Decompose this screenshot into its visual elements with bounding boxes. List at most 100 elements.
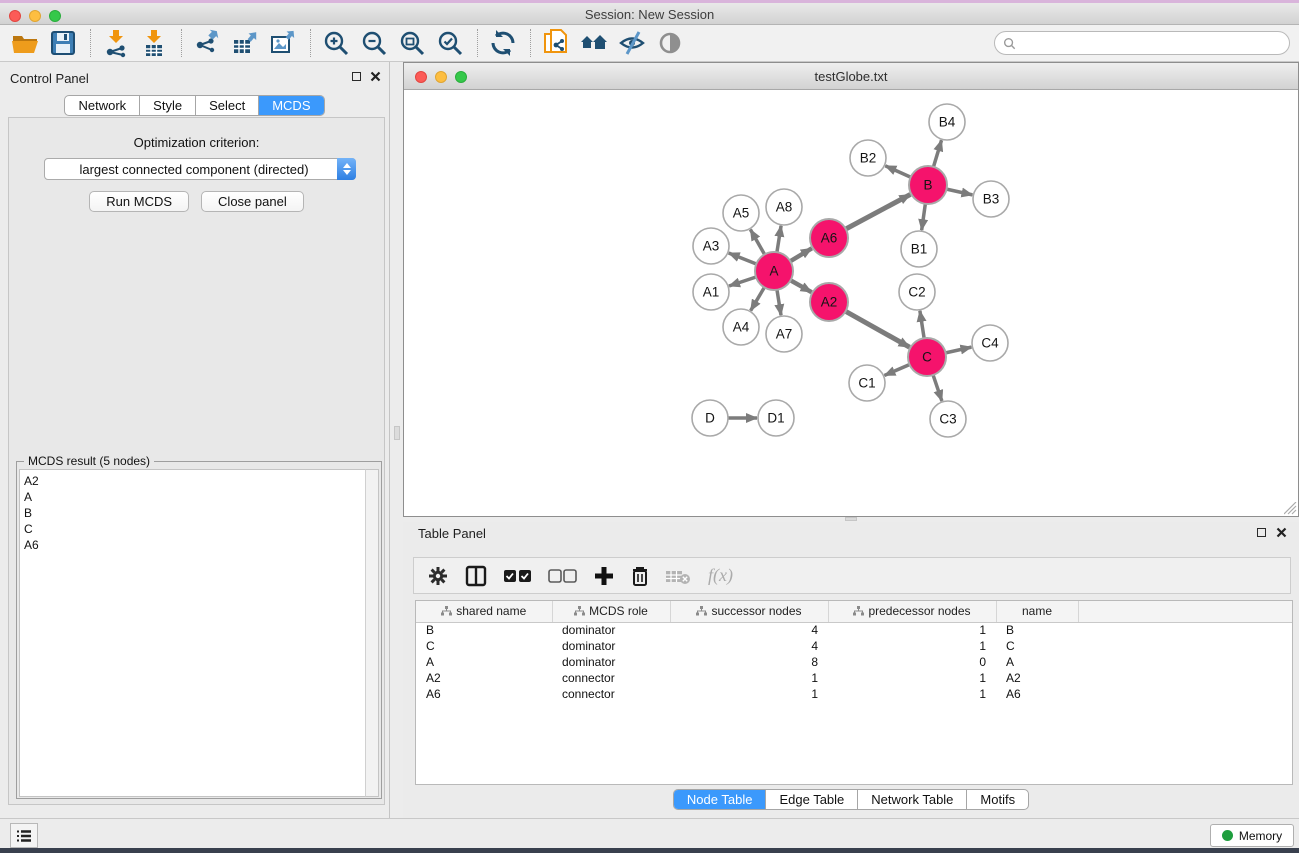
hide-graphics-details-icon[interactable] (617, 28, 647, 58)
column-header[interactable]: successor nodes (670, 601, 828, 622)
table-cell[interactable]: connector (552, 686, 670, 702)
tab-edge-table[interactable]: Edge Table (766, 790, 858, 809)
result-list-scrollbar[interactable] (365, 469, 379, 797)
table-cell[interactable]: A (416, 654, 552, 670)
mcds-result-item[interactable]: A6 (24, 537, 366, 553)
mcds-result-item[interactable]: A2 (24, 473, 366, 489)
float-table-panel-icon[interactable] (1257, 528, 1266, 537)
table-settings-gear-icon[interactable] (427, 565, 449, 587)
table-cell[interactable]: 0 (828, 654, 996, 670)
close-panel-button[interactable]: Close panel (201, 191, 304, 212)
save-session-icon[interactable] (48, 28, 78, 58)
vertical-split-handle[interactable] (394, 426, 400, 440)
clone-network-icon[interactable] (541, 28, 571, 58)
table-cell[interactable]: A6 (416, 686, 552, 702)
mcds-result-list[interactable]: A2ABCA6 (19, 469, 367, 797)
table-cell[interactable]: 1 (828, 622, 996, 638)
unselect-all-icon[interactable] (548, 568, 578, 584)
memory-button[interactable]: Memory (1210, 824, 1294, 847)
table-row[interactable]: Bdominator41B (416, 622, 1293, 638)
table-cell[interactable]: 1 (670, 686, 828, 702)
add-column-icon[interactable] (593, 565, 615, 587)
criterion-dropdown[interactable]: largest connected component (directed) (44, 158, 356, 180)
toolbar-separator (181, 29, 182, 57)
table-header-row[interactable]: shared nameMCDS rolesuccessor nodesprede… (416, 601, 1293, 622)
mcds-result-item[interactable]: C (24, 521, 366, 537)
table-cell[interactable]: 4 (670, 622, 828, 638)
close-table-panel-icon[interactable] (1276, 527, 1287, 538)
column-header[interactable]: name (996, 601, 1078, 622)
zoom-out-icon[interactable] (359, 28, 389, 58)
select-all-icon[interactable] (503, 568, 533, 584)
tab-mcds[interactable]: MCDS (259, 96, 323, 115)
column-header[interactable]: predecessor nodes (828, 601, 996, 622)
network-canvas[interactable]: AA1A2A3A4A5A6A7A8BB1B2B3B4CC1C2C3C4DD1 (404, 90, 1298, 516)
table-cell[interactable]: dominator (552, 638, 670, 654)
table-row[interactable]: A6connector11A6 (416, 686, 1293, 702)
table-cell[interactable]: 8 (670, 654, 828, 670)
import-table-icon[interactable] (139, 28, 169, 58)
table-cell[interactable]: 1 (828, 686, 996, 702)
table-cell[interactable]: C (996, 638, 1078, 654)
column-header[interactable]: shared name (416, 601, 552, 622)
graph-node-label: C1 (858, 376, 875, 391)
control-panel: Control Panel Network Style Select MCDS … (0, 62, 390, 818)
graph-node-label: C4 (981, 336, 999, 351)
table-cell[interactable]: A6 (996, 686, 1078, 702)
zoom-in-icon[interactable] (321, 28, 351, 58)
graph-node-label: A4 (733, 320, 750, 335)
tab-network[interactable]: Network (65, 96, 140, 115)
table-cell[interactable]: dominator (552, 622, 670, 638)
table-cell[interactable]: connector (552, 670, 670, 686)
export-table-icon[interactable] (230, 28, 260, 58)
table-cell[interactable]: A (996, 654, 1078, 670)
tab-select[interactable]: Select (196, 96, 259, 115)
table-cell[interactable]: 1 (670, 670, 828, 686)
node-table[interactable]: shared nameMCDS rolesuccessor nodesprede… (415, 600, 1293, 785)
show-panels-button[interactable] (10, 823, 38, 848)
mcds-result-item[interactable]: A (24, 489, 366, 505)
table-row[interactable]: A2connector11A2 (416, 670, 1293, 686)
mcds-result-item[interactable]: B (24, 505, 366, 521)
zoom-fit-icon[interactable] (397, 28, 427, 58)
apply-preferred-layout-icon[interactable] (488, 28, 518, 58)
horizontal-split-handle[interactable] (845, 517, 857, 521)
tab-style[interactable]: Style (140, 96, 196, 115)
network-window-titlebar[interactable]: testGlobe.txt (404, 63, 1298, 90)
table-tab-bar: Node Table Edge Table Network Table Moti… (673, 789, 1029, 810)
tab-node-table[interactable]: Node Table (674, 790, 767, 809)
network-graph[interactable]: AA1A2A3A4A5A6A7A8BB1B2B3B4CC1C2C3C4DD1 (404, 90, 1298, 516)
table-cell[interactable]: 1 (828, 638, 996, 654)
search-input[interactable] (1016, 33, 1289, 53)
mcds-result-title: MCDS result (5 nodes) (24, 454, 154, 468)
table-cell[interactable]: dominator (552, 654, 670, 670)
export-image-icon[interactable] (268, 28, 298, 58)
show-columns-icon[interactable] (464, 564, 488, 588)
resize-grip-icon[interactable] (1284, 502, 1297, 515)
table-cell[interactable]: 4 (670, 638, 828, 654)
import-network-icon[interactable] (101, 28, 131, 58)
graph-node-label: B3 (983, 192, 1000, 207)
show-graphics-details-icon[interactable] (655, 28, 685, 58)
table-cell[interactable]: B (416, 622, 552, 638)
delete-column-icon[interactable] (630, 564, 650, 588)
float-panel-icon[interactable] (352, 72, 361, 81)
table-row[interactable]: Cdominator41C (416, 638, 1293, 654)
search-field[interactable] (994, 31, 1290, 55)
graph-node-label: B1 (911, 242, 928, 257)
tab-motifs[interactable]: Motifs (967, 790, 1028, 809)
table-cell[interactable]: A2 (416, 670, 552, 686)
table-cell[interactable]: B (996, 622, 1078, 638)
zoom-selected-icon[interactable] (435, 28, 465, 58)
close-panel-icon[interactable] (370, 71, 381, 82)
table-row[interactable]: Adominator80A (416, 654, 1293, 670)
run-mcds-button[interactable]: Run MCDS (89, 191, 189, 212)
show-network-overview-icon[interactable] (579, 28, 609, 58)
table-cell[interactable]: A2 (996, 670, 1078, 686)
open-session-icon[interactable] (10, 28, 40, 58)
column-header[interactable]: MCDS role (552, 601, 670, 622)
table-cell[interactable]: C (416, 638, 552, 654)
export-network-icon[interactable] (192, 28, 222, 58)
table-cell[interactable]: 1 (828, 670, 996, 686)
tab-network-table[interactable]: Network Table (858, 790, 967, 809)
